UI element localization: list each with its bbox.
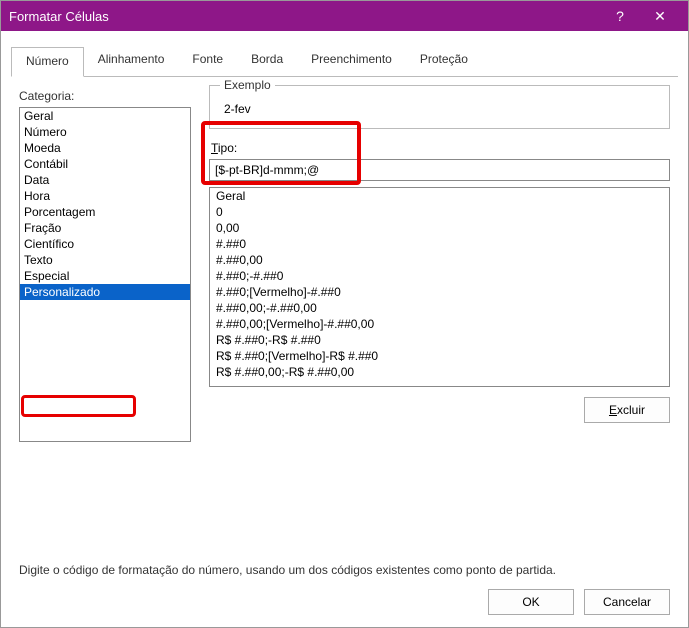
category-item[interactable]: Data [20,172,190,188]
help-button[interactable]: ? [600,8,640,24]
category-item[interactable]: Fração [20,220,190,236]
format-code-item[interactable]: R$ #.##0;[Vermelho]-R$ #.##0 [210,348,669,364]
format-code-item[interactable]: #.##0;-#.##0 [210,268,669,284]
format-code-item[interactable]: R$ #.##0;-R$ #.##0 [210,332,669,348]
format-code-listbox[interactable]: Geral00,00#.##0#.##0,00#.##0;-#.##0#.##0… [209,187,670,387]
tab-alinhamento[interactable]: Alinhamento [84,46,179,76]
format-cells-dialog: Formatar Células ? ✕ Número Alinhamento … [0,0,689,628]
category-item[interactable]: Porcentagem [20,204,190,220]
delete-button[interactable]: Excluir [584,397,670,423]
format-code-item[interactable]: #.##0,00 [210,252,669,268]
format-code-item[interactable]: 0 [210,204,669,220]
category-listbox[interactable]: GeralNúmeroMoedaContábilDataHoraPorcenta… [19,107,191,442]
category-item[interactable]: Especial [20,268,190,284]
highlight-annotation-category [21,395,136,417]
tab-borda[interactable]: Borda [237,46,297,76]
format-code-item[interactable]: R$ #.##0,00;-R$ #.##0,00 [210,364,669,380]
example-fieldset: Exemplo 2-fev [209,85,670,129]
format-code-item[interactable]: #.##0,00;-#.##0,00 [210,300,669,316]
cancel-button[interactable]: Cancelar [584,589,670,615]
format-code-item[interactable]: #.##0 [210,236,669,252]
category-item[interactable]: Personalizado [20,284,190,300]
format-code-item[interactable]: 0,00 [210,220,669,236]
tab-fonte[interactable]: Fonte [178,46,237,76]
category-item[interactable]: Número [20,124,190,140]
dialog-body: Categoria: GeralNúmeroMoedaContábilDataH… [1,77,688,577]
titlebar: Formatar Células ? ✕ [1,1,688,31]
dialog-title: Formatar Células [9,9,600,24]
format-code-item[interactable]: #.##0,00;[Vermelho]-#.##0,00 [210,316,669,332]
type-label: Tipo: [209,139,670,159]
example-value: 2-fev [220,100,659,118]
tab-numero[interactable]: Número [11,47,84,77]
close-button[interactable]: ✕ [640,8,680,25]
hint-text: Digite o código de formatação do número,… [19,563,670,577]
tab-preenchimento[interactable]: Preenchimento [297,46,406,76]
category-item[interactable]: Científico [20,236,190,252]
format-code-item[interactable]: #.##0;[Vermelho]-#.##0 [210,284,669,300]
category-item[interactable]: Geral [20,108,190,124]
example-label: Exemplo [220,78,275,92]
category-item[interactable]: Hora [20,188,190,204]
type-input[interactable] [209,159,670,181]
tab-protecao[interactable]: Proteção [406,46,482,76]
category-item[interactable]: Texto [20,252,190,268]
category-item[interactable]: Moeda [20,140,190,156]
tabstrip: Número Alinhamento Fonte Borda Preenchim… [11,46,678,77]
dialog-footer: OK Cancelar [1,577,688,627]
ok-button[interactable]: OK [488,589,574,615]
category-item[interactable]: Contábil [20,156,190,172]
categoria-label: Categoria: [19,89,191,103]
format-code-item[interactable]: Geral [210,188,669,204]
